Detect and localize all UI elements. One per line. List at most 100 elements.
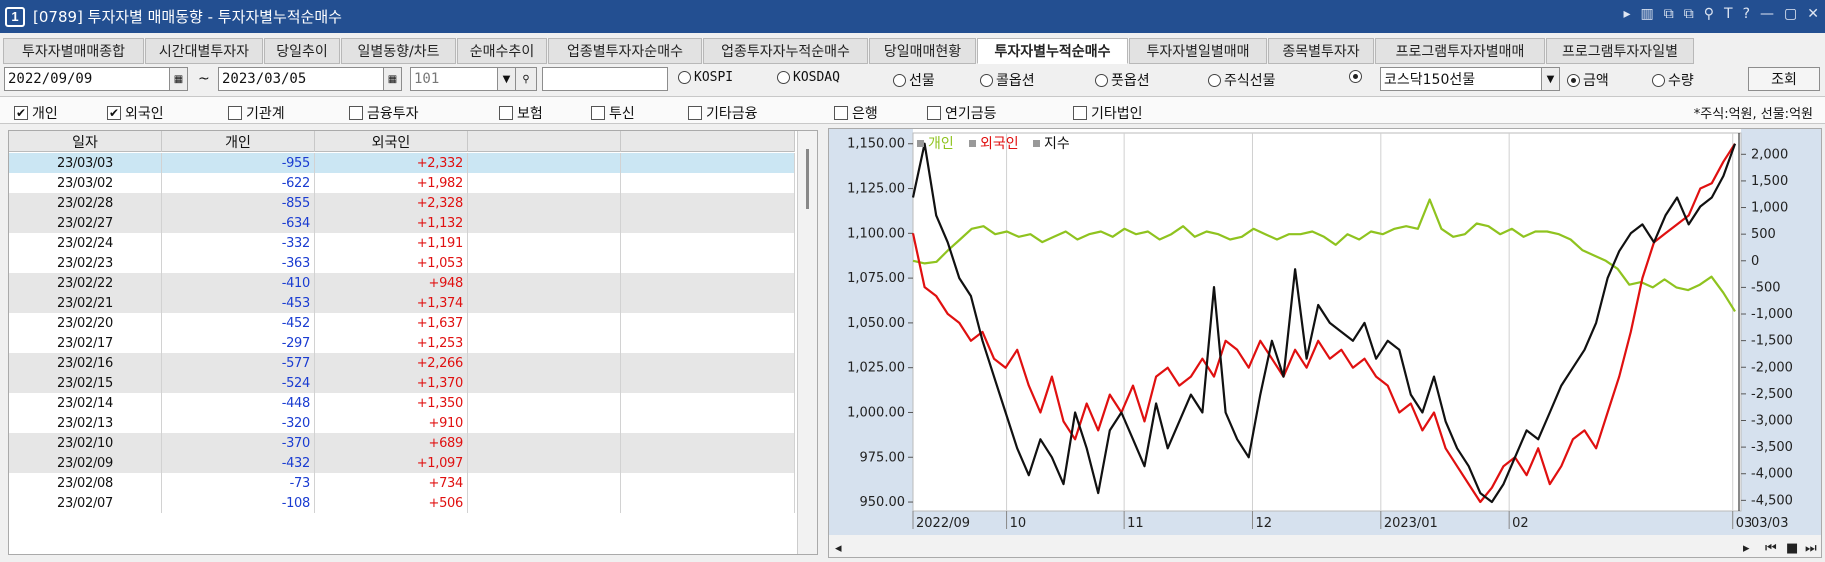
- start-date-input[interactable]: 2022/09/09: [4, 67, 170, 91]
- table-row[interactable]: 23/02/16 -577 +2,266: [9, 353, 795, 373]
- table-row[interactable]: 23/02/15 -524 +1,370: [9, 373, 795, 393]
- window-control-icon[interactable]: ▸: [1624, 6, 1631, 22]
- column-header[interactable]: [621, 131, 795, 152]
- column-header[interactable]: 개인: [162, 131, 315, 152]
- market-radio[interactable]: 풋옵션: [1095, 70, 1150, 90]
- code-input[interactable]: 101: [410, 67, 498, 91]
- investor-checkbox[interactable]: 기타법인: [1073, 103, 1143, 123]
- checkbox-box[interactable]: [349, 106, 363, 120]
- checkbox-box[interactable]: ✔: [107, 106, 121, 120]
- table-row[interactable]: 23/02/22 -410 +948: [9, 273, 795, 293]
- table-row[interactable]: 23/03/02 -622 +1,982: [9, 173, 795, 193]
- table-row[interactable]: 23/02/07 -108 +506: [9, 493, 795, 513]
- market-radio[interactable]: KOSDAQ: [777, 70, 840, 85]
- calendar-icon[interactable]: ▦: [169, 67, 188, 91]
- investor-checkbox[interactable]: 연기금등: [927, 103, 997, 123]
- chevron-down-icon[interactable]: ▼: [1541, 67, 1560, 91]
- table-row[interactable]: 23/02/28 -855 +2,328: [9, 193, 795, 213]
- investor-checkbox[interactable]: 기관계: [228, 103, 285, 123]
- table-row[interactable]: 23/02/21 -453 +1,374: [9, 293, 795, 313]
- market-radio[interactable]: 선물: [893, 70, 935, 90]
- chevron-down-icon[interactable]: ▼: [497, 67, 516, 91]
- tab-1[interactable]: 시간대별투자자: [145, 38, 263, 64]
- checkbox-box[interactable]: ✔: [14, 106, 28, 120]
- table-row[interactable]: 23/02/10 -370 +689: [9, 433, 795, 453]
- column-header[interactable]: [468, 131, 621, 152]
- tab-12[interactable]: 프로그램투자자일별: [1546, 38, 1694, 64]
- investor-checkbox[interactable]: 기타금융: [688, 103, 758, 123]
- investor-checkbox[interactable]: 투신: [591, 103, 635, 123]
- tab-6[interactable]: 업종투자자누적순매수: [703, 38, 868, 64]
- table-row[interactable]: 23/03/03 -955 +2,332: [9, 153, 795, 173]
- window-control-icon[interactable]: ?: [1743, 6, 1750, 22]
- window-control-icon[interactable]: ⚲: [1704, 6, 1714, 22]
- table-row[interactable]: 23/02/24 -332 +1,191: [9, 233, 795, 253]
- left-tick-label: 1,050.00: [847, 316, 905, 331]
- window-control-icon[interactable]: T: [1724, 6, 1733, 22]
- window-control-icon[interactable]: ✕: [1807, 6, 1819, 22]
- investor-checkbox[interactable]: 금융투자: [349, 103, 419, 123]
- table-row[interactable]: 23/02/13 -320 +910: [9, 413, 795, 433]
- market-radio[interactable]: KOSPI: [678, 70, 733, 85]
- checkbox-box[interactable]: [927, 106, 941, 120]
- right-tick-label: 1,000: [1751, 201, 1788, 216]
- table-cell: 23/02/14: [9, 393, 162, 413]
- tab-7[interactable]: 당일매매현황: [869, 38, 976, 64]
- scroll-arrow-icon[interactable]: ◂: [835, 541, 842, 556]
- tab-8[interactable]: 투자자별누적순매수: [977, 38, 1128, 64]
- table-row[interactable]: 23/02/27 -634 +1,132: [9, 213, 795, 233]
- market-radio[interactable]: [1349, 70, 1365, 83]
- table-row[interactable]: 23/02/09 -432 +1,097: [9, 453, 795, 473]
- market-radio[interactable]: 주식선물: [1208, 70, 1276, 90]
- vertical-scrollbar[interactable]: [797, 131, 817, 554]
- checkbox-box[interactable]: [499, 106, 513, 120]
- column-header[interactable]: 일자: [9, 131, 162, 152]
- checkbox-box[interactable]: [688, 106, 702, 120]
- tab-11[interactable]: 프로그램투자자별매매: [1375, 38, 1545, 64]
- scroll-thumb[interactable]: [806, 149, 809, 209]
- x-tick-label: 10: [1010, 516, 1027, 531]
- scroll-arrow-icon[interactable]: ■: [1786, 541, 1798, 556]
- tab-3[interactable]: 일별동향/차트: [341, 38, 456, 64]
- column-header[interactable]: 외국인: [315, 131, 468, 152]
- table-cell: -452: [162, 313, 315, 333]
- checkbox-box[interactable]: [834, 106, 848, 120]
- table-cell: 23/02/08: [9, 473, 162, 493]
- tab-2[interactable]: 당일추이: [264, 38, 340, 64]
- investor-checkbox[interactable]: ✔ 개인: [14, 103, 58, 123]
- investor-checkbox[interactable]: 은행: [834, 103, 878, 123]
- amount-radio[interactable]: 금액: [1567, 70, 1609, 90]
- table-row[interactable]: 23/02/08 -73 +734: [9, 473, 795, 493]
- end-date-input[interactable]: 2023/03/05: [218, 67, 384, 91]
- tab-9[interactable]: 투자자별일별매매: [1129, 38, 1267, 64]
- product-select[interactable]: 코스닥150선물: [1380, 67, 1542, 91]
- investor-checkbox[interactable]: ✔ 외국인: [107, 103, 164, 123]
- scroll-arrow-icon[interactable]: ▸: [1743, 541, 1750, 556]
- window-control-icon[interactable]: ▥: [1641, 6, 1654, 22]
- window-control-icon[interactable]: ▢: [1784, 6, 1797, 22]
- tab-10[interactable]: 종목별투자자: [1268, 38, 1374, 64]
- window-control-icon[interactable]: —: [1760, 6, 1774, 22]
- checkbox-box[interactable]: [228, 106, 242, 120]
- table-cell: [621, 393, 795, 413]
- calendar-icon[interactable]: ▦: [383, 67, 402, 91]
- investor-checkbox[interactable]: 보험: [499, 103, 543, 123]
- table-row[interactable]: 23/02/23 -363 +1,053: [9, 253, 795, 273]
- tab-0[interactable]: 투자자별매매종합: [3, 38, 144, 64]
- table-cell: +1,253: [315, 333, 468, 353]
- table-row[interactable]: 23/02/14 -448 +1,350: [9, 393, 795, 413]
- search-icon[interactable]: ⚲: [515, 67, 537, 91]
- scroll-arrow-icon[interactable]: ⏮: [1765, 541, 1777, 556]
- market-radio[interactable]: 콜옵션: [980, 70, 1035, 90]
- tab-4[interactable]: 순매수추이: [457, 38, 547, 64]
- window-control-icon[interactable]: ⧉: [1664, 6, 1674, 22]
- window-control-icon[interactable]: ⧉: [1684, 6, 1694, 22]
- table-row[interactable]: 23/02/20 -452 +1,637: [9, 313, 795, 333]
- query-button[interactable]: 조회: [1748, 67, 1820, 91]
- checkbox-box[interactable]: [1073, 106, 1087, 120]
- checkbox-box[interactable]: [591, 106, 605, 120]
- scroll-arrow-icon[interactable]: ⏭: [1805, 541, 1817, 556]
- tab-5[interactable]: 업종별투자자순매수: [548, 38, 702, 64]
- table-row[interactable]: 23/02/17 -297 +1,253: [9, 333, 795, 353]
- quantity-radio[interactable]: 수량: [1652, 70, 1694, 90]
